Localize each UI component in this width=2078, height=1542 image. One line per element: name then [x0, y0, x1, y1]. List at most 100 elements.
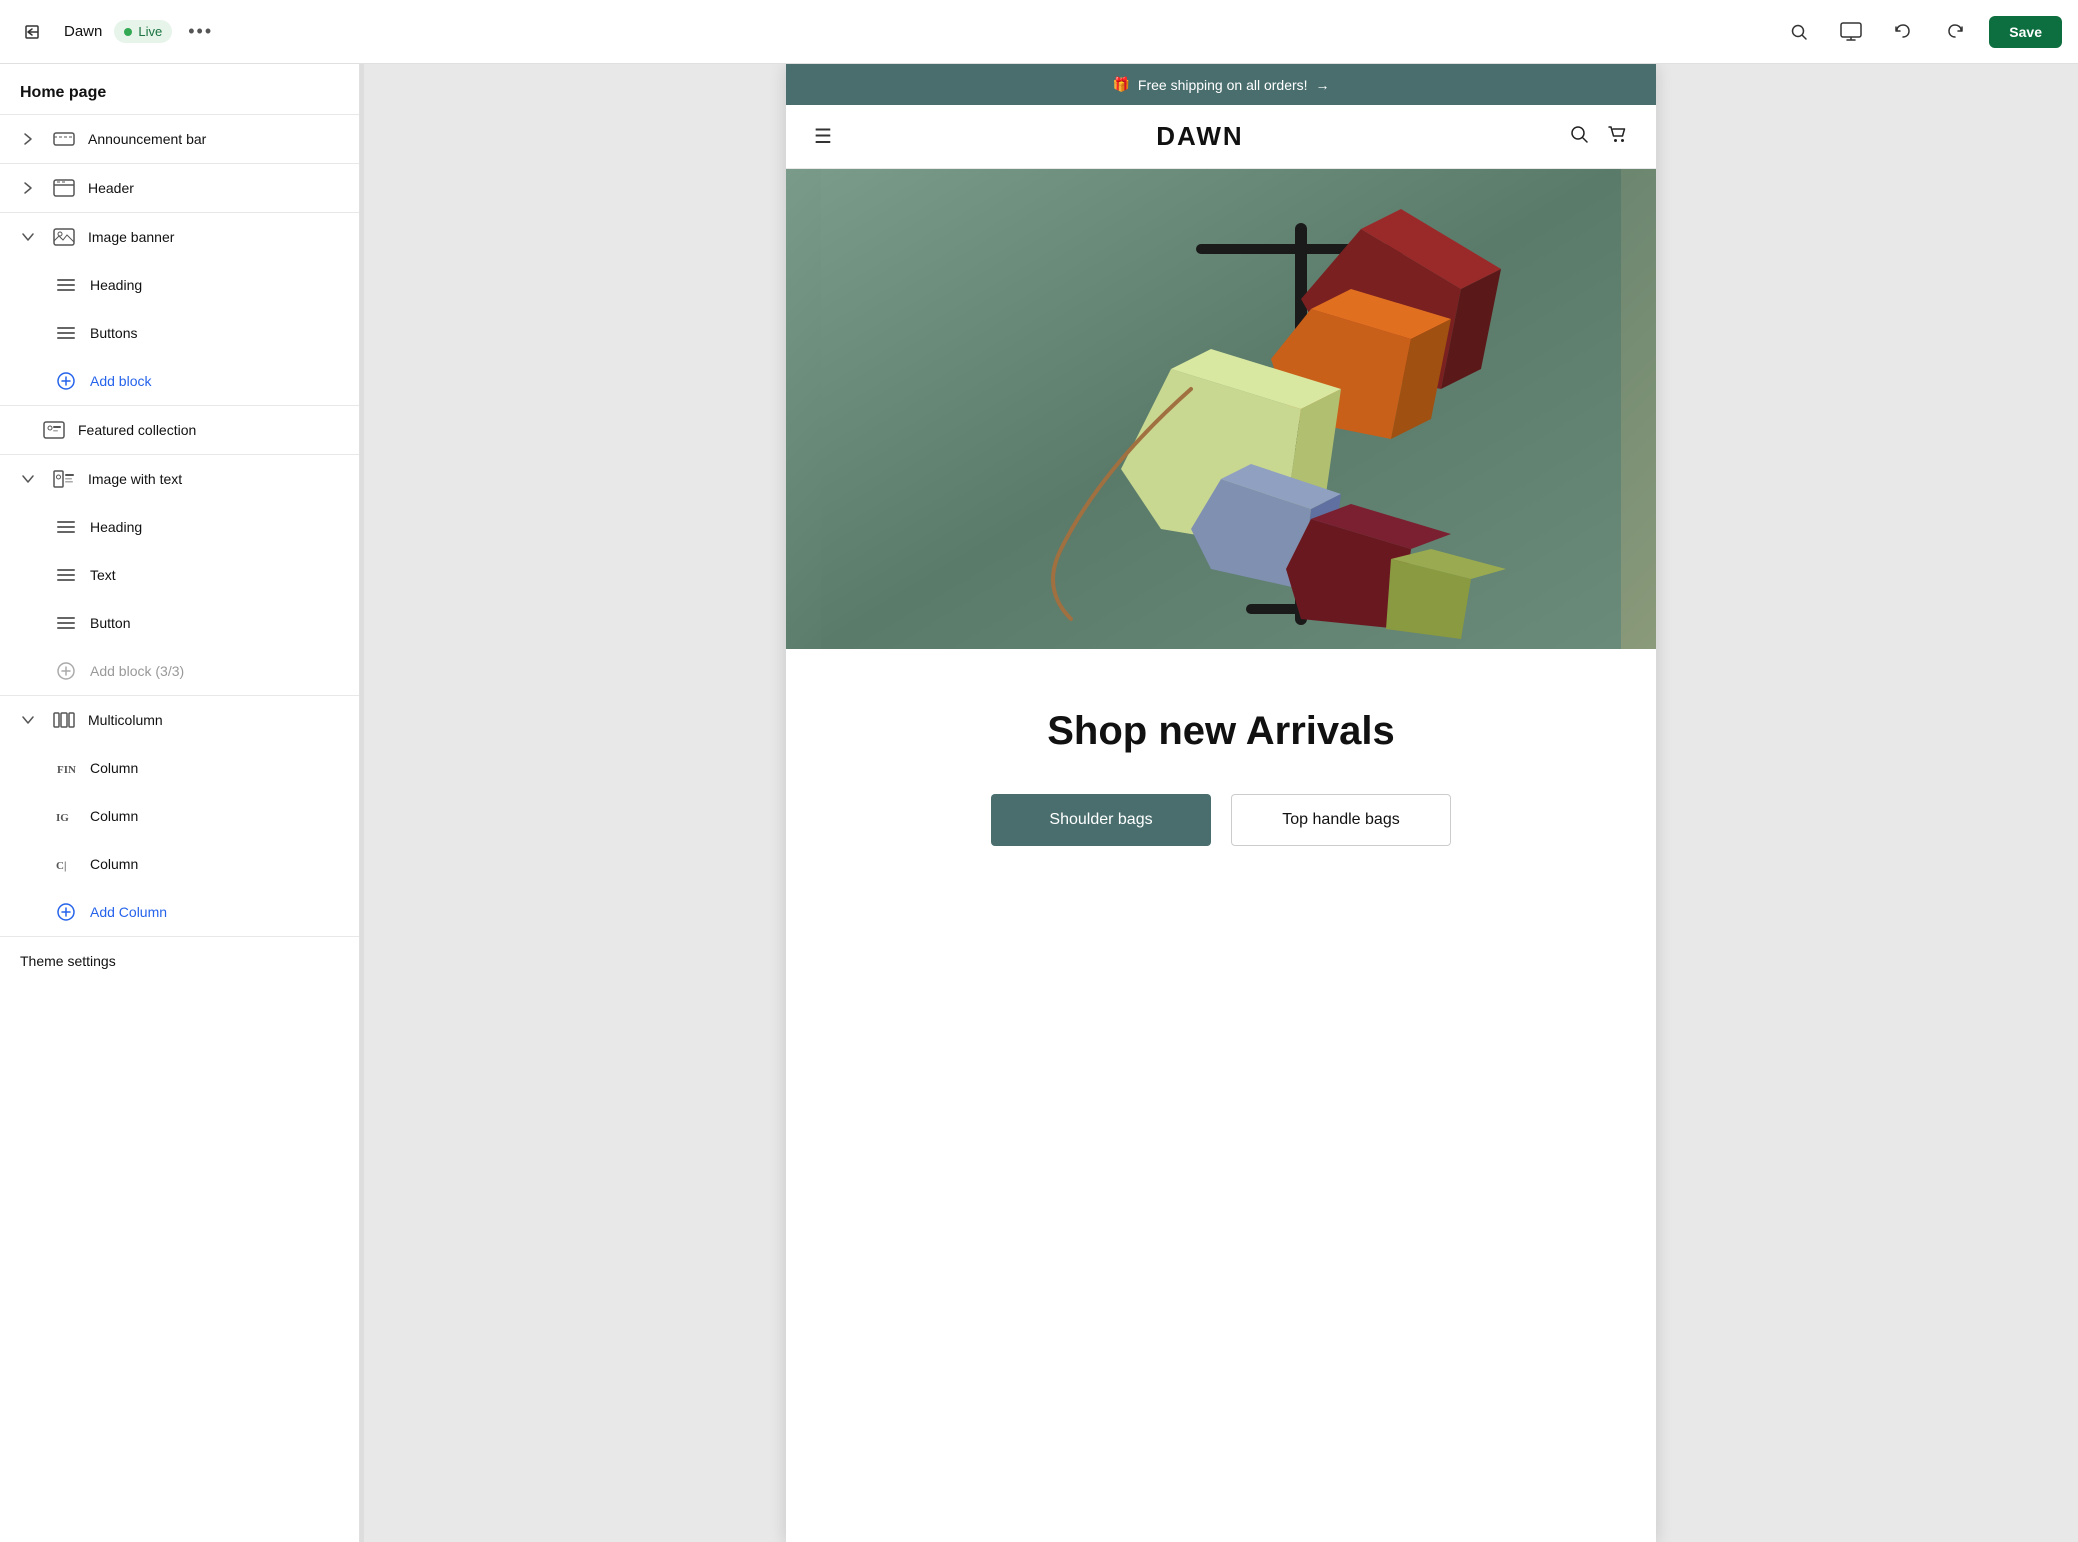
- redo-button[interactable]: [1937, 14, 1973, 50]
- iwt-text-label: Text: [90, 567, 116, 583]
- svg-text:IG: IG: [56, 812, 69, 824]
- add-block-icon: [52, 367, 80, 395]
- sidebar-item-iwt-text[interactable]: Text: [0, 551, 359, 599]
- store-search-icon[interactable]: [1568, 123, 1590, 151]
- multicolumn-label: Multicolumn: [88, 712, 163, 728]
- iwt-add-label: Add block (3/3): [90, 663, 184, 679]
- add-block-disabled-icon: [52, 657, 80, 685]
- preview-frame: 🎁 Free shipping on all orders! → ☰ DAWN: [786, 64, 1656, 1542]
- topbar: Dawn Live •••: [0, 0, 2078, 64]
- add-column-icon: [52, 898, 80, 926]
- sidebar-item-featured-collection[interactable]: Featured collection: [0, 406, 359, 454]
- shop-section-preview: Shop new Arrivals Shoulder bags Top hand…: [786, 649, 1656, 886]
- more-button[interactable]: •••: [188, 21, 213, 42]
- live-label: Live: [138, 24, 162, 39]
- page-title: Home page: [20, 84, 106, 101]
- block-lines-icon-3: [52, 513, 80, 541]
- section-featured-collection: Featured collection: [0, 406, 359, 455]
- mc-col3-label: Column: [90, 856, 138, 872]
- store-name-preview: DAWN: [1156, 121, 1243, 152]
- sidebar-item-header[interactable]: Header: [0, 164, 359, 212]
- svg-text:FIN: FIN: [57, 764, 76, 776]
- chevron-down-icon: [20, 229, 36, 245]
- image-with-text-label: Image with text: [88, 471, 182, 487]
- preview-area: 🎁 Free shipping on all orders! → ☰ DAWN: [364, 64, 2078, 1542]
- section-header: Header: [0, 164, 359, 213]
- sidebar-item-image-with-text[interactable]: Image with text: [0, 455, 359, 503]
- chevron-down-icon-2: [20, 471, 36, 487]
- chevron-right-icon: [20, 131, 36, 147]
- sidebar-item-mc-col1[interactable]: FIN Column: [0, 744, 359, 792]
- section-image-with-text: Image with text Heading Text: [0, 455, 359, 696]
- block-lines-icon: [52, 271, 80, 299]
- chevron-down-icon-3: [20, 712, 36, 728]
- save-button[interactable]: Save: [1989, 16, 2062, 48]
- image-with-text-icon: [50, 465, 78, 493]
- svg-text:C|: C|: [56, 860, 66, 872]
- hamburger-icon[interactable]: ☰: [814, 124, 832, 149]
- sidebar-item-iwt-heading[interactable]: Heading: [0, 503, 359, 551]
- sidebar-header: Home page: [0, 64, 359, 115]
- announcement-arrow: →: [1316, 77, 1330, 93]
- sidebar-item-iwt-add: Add block (3/3): [0, 647, 359, 695]
- announcement-bar-label: Announcement bar: [88, 131, 206, 147]
- announcement-text: Free shipping on all orders!: [1138, 77, 1308, 93]
- chevron-right-icon-2: [20, 180, 36, 196]
- live-badge: Live: [114, 20, 172, 43]
- top-handle-bags-button[interactable]: Top handle bags: [1231, 794, 1451, 846]
- sidebar-item-multicolumn[interactable]: Multicolumn: [0, 696, 359, 744]
- iwt-heading-label: Heading: [90, 519, 142, 535]
- header-label: Header: [88, 180, 134, 196]
- block-lines-icon-2: [52, 319, 80, 347]
- mc-col2-icon: IG: [52, 802, 80, 830]
- sidebar-item-announcement-bar[interactable]: Announcement bar: [0, 115, 359, 163]
- theme-settings[interactable]: Theme settings: [0, 937, 359, 985]
- ib-heading-label: Heading: [90, 277, 142, 293]
- shoulder-bags-button[interactable]: Shoulder bags: [991, 794, 1211, 846]
- topbar-right: Save: [1781, 14, 2062, 50]
- image-banner-icon: [50, 223, 78, 251]
- iwt-button-label: Button: [90, 615, 130, 631]
- sidebar-item-mc-col3[interactable]: C| Column: [0, 840, 359, 888]
- sidebar-item-ib-add[interactable]: Add block: [0, 357, 359, 405]
- sidebar-item-ib-buttons[interactable]: Buttons: [0, 309, 359, 357]
- section-announcement-bar: Announcement bar: [0, 115, 359, 164]
- desktop-preview-button[interactable]: [1833, 14, 1869, 50]
- store-title: Dawn: [64, 23, 102, 40]
- shop-title-preview: Shop new Arrivals: [826, 709, 1616, 754]
- hero-svg: [821, 169, 1621, 649]
- block-lines-icon-5: [52, 609, 80, 637]
- undo-button[interactable]: [1885, 14, 1921, 50]
- featured-collection-icon: [40, 416, 68, 444]
- store-header-preview: ☰ DAWN: [786, 105, 1656, 169]
- sidebar-item-image-banner[interactable]: Image banner: [0, 213, 359, 261]
- sidebar-item-mc-col2[interactable]: IG Column: [0, 792, 359, 840]
- mc-col3-icon: C|: [52, 850, 80, 878]
- store-header-icons: [1568, 123, 1628, 151]
- featured-collection-label: Featured collection: [78, 422, 196, 438]
- section-image-banner: Image banner Heading Buttons: [0, 213, 359, 406]
- sidebar-item-mc-add[interactable]: Add Column: [0, 888, 359, 936]
- announcement-emoji: 🎁: [1112, 76, 1129, 93]
- live-dot: [124, 28, 132, 36]
- ib-add-label: Add block: [90, 373, 151, 389]
- mc-col1-label: Column: [90, 760, 138, 776]
- announcement-bar-icon: [50, 125, 78, 153]
- store-cart-icon[interactable]: [1606, 123, 1628, 151]
- mc-col2-label: Column: [90, 808, 138, 824]
- main-layout: Home page Announcement bar: [0, 64, 2078, 1542]
- search-button[interactable]: [1781, 14, 1817, 50]
- ib-buttons-label: Buttons: [90, 325, 137, 341]
- header-icon: [50, 174, 78, 202]
- mc-add-label: Add Column: [90, 904, 167, 920]
- block-lines-icon-4: [52, 561, 80, 589]
- sidebar-item-ib-heading[interactable]: Heading: [0, 261, 359, 309]
- hero-image-preview: [786, 169, 1656, 649]
- announcement-bar-preview: 🎁 Free shipping on all orders! →: [786, 64, 1656, 105]
- section-multicolumn: Multicolumn FIN Column IG Column: [0, 696, 359, 937]
- image-banner-label: Image banner: [88, 229, 174, 245]
- sidebar-item-iwt-button[interactable]: Button: [0, 599, 359, 647]
- back-button[interactable]: [16, 14, 52, 50]
- shop-buttons-preview: Shoulder bags Top handle bags: [826, 794, 1616, 846]
- multicolumn-icon: [50, 706, 78, 734]
